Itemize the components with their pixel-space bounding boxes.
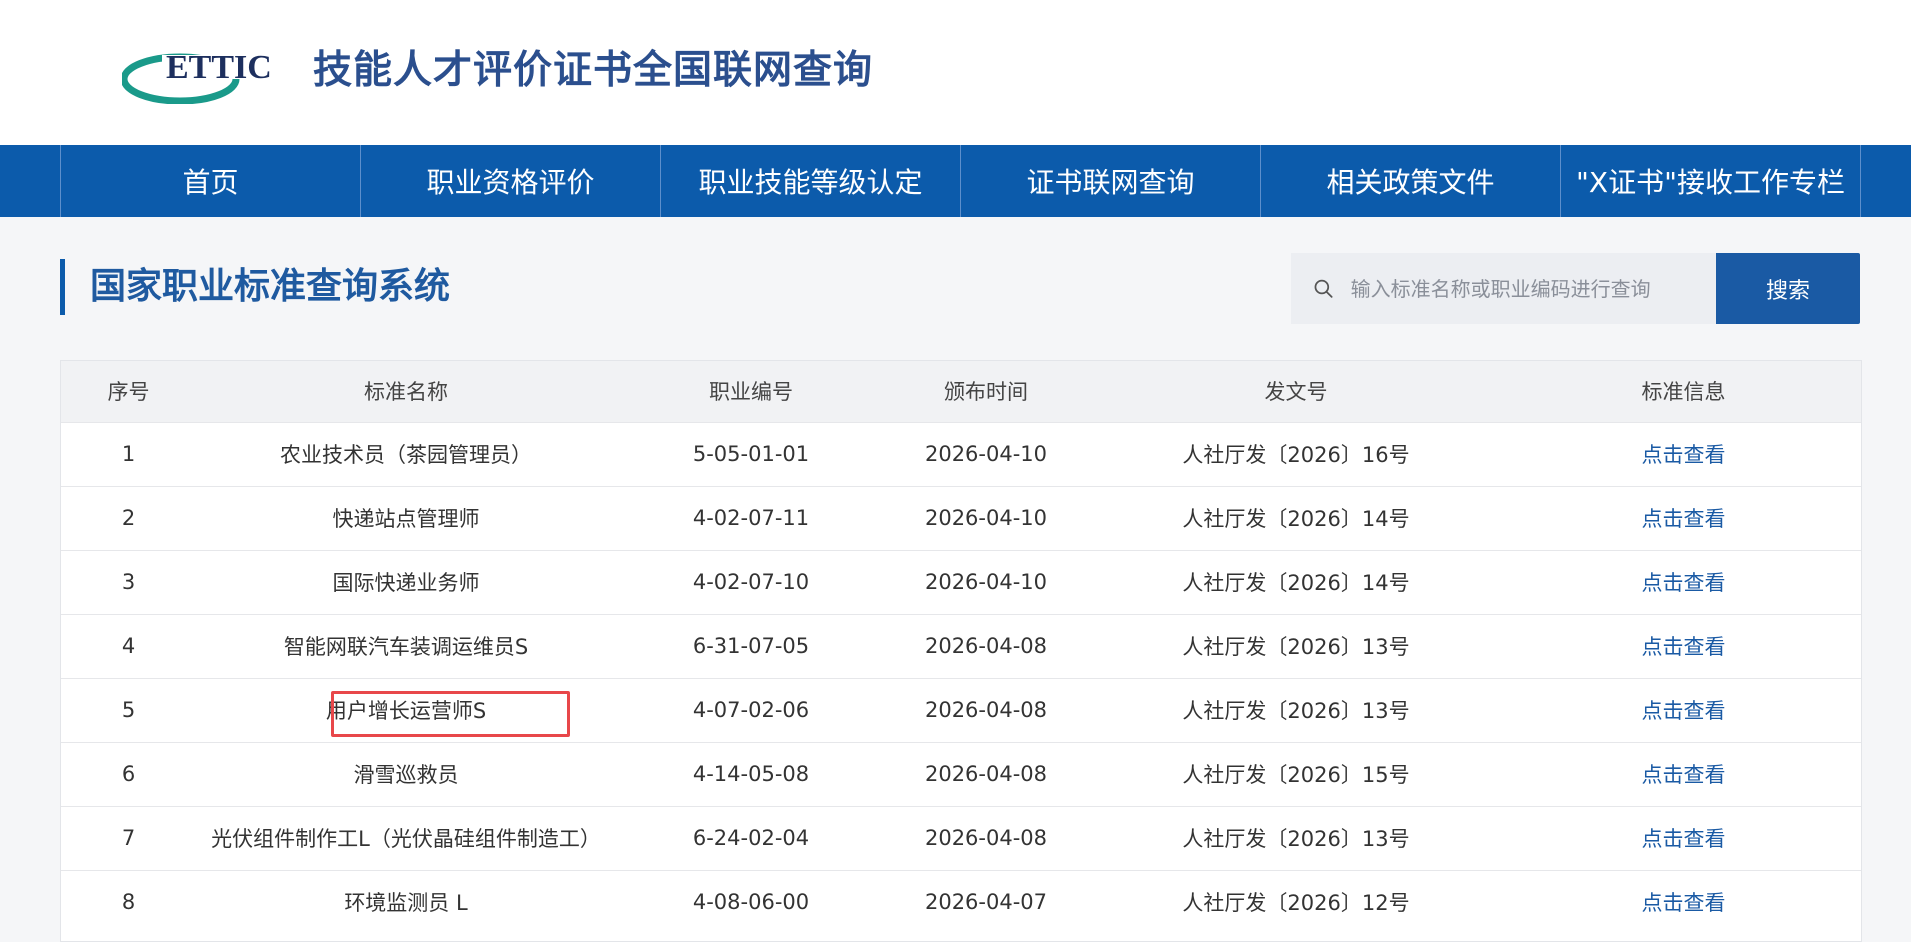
- search-icon: [1314, 279, 1333, 298]
- row-index: 3: [121, 570, 136, 594]
- column-header-info: 标准信息: [1641, 380, 1726, 405]
- nav-item-x-certificate-column[interactable]: "X证书"接收工作专栏: [1561, 145, 1861, 217]
- row-doc-number: 人社厅发〔2026〕13号: [1182, 699, 1410, 723]
- row-publish-date: 2026-04-08: [924, 698, 1048, 722]
- table-row: 7 光伏组件制作工L（光伏晶硅组件制造工） 6-24-02-04 2026-04…: [61, 806, 1861, 870]
- row-occupation-code: 6-31-07-05: [692, 634, 810, 658]
- nav-item-skill-level-certification[interactable]: 职业技能等级认定: [661, 145, 961, 217]
- row-view-link[interactable]: 点击查看: [1506, 614, 1861, 678]
- page-title: 国家职业标准查询系统: [90, 266, 451, 307]
- row-doc-number: 人社厅发〔2026〕16号: [1182, 443, 1410, 467]
- search-box: [1291, 253, 1716, 324]
- row-occupation-code: 4-08-06-00: [692, 890, 810, 915]
- row-index: 2: [121, 506, 136, 530]
- table-row: 4 智能网联汽车装调运维员S 6-31-07-05 2026-04-08 人社厅…: [61, 614, 1861, 678]
- row-doc-number: 人社厅发〔2026〕13号: [1182, 635, 1410, 659]
- nav-item-policy-documents[interactable]: 相关政策文件: [1261, 145, 1561, 217]
- row-publish-date: 2026-04-08: [924, 634, 1048, 658]
- row-view-link[interactable]: 点击查看: [1506, 486, 1861, 550]
- row-standard-name: 光伏组件制作工L（光伏晶硅组件制造工）: [211, 827, 601, 851]
- table-row: 5 用户增长运营师S 4-07-02-06 2026-04-08 人社厅发〔20…: [61, 678, 1861, 742]
- nav-item-certificate-query[interactable]: 证书联网查询: [961, 145, 1261, 217]
- row-doc-number: 人社厅发〔2026〕14号: [1182, 571, 1410, 595]
- column-header-code: 职业编号: [709, 380, 793, 405]
- row-publish-date: 2026-04-08: [924, 826, 1048, 850]
- search-input[interactable]: [1348, 257, 1716, 320]
- row-view-link[interactable]: 点击查看: [1506, 422, 1861, 486]
- row-view-link[interactable]: 点击查看: [1506, 550, 1861, 614]
- main-nav: 首页 职业资格评价 职业技能等级认定 证书联网查询 相关政策文件 "X证书"接收…: [0, 145, 1911, 217]
- row-doc-number: 人社厅发〔2026〕14号: [1182, 507, 1410, 531]
- row-doc-number: 人社厅发〔2026〕15号: [1182, 763, 1410, 787]
- row-occupation-code: 4-02-07-10: [692, 570, 810, 594]
- row-view-link[interactable]: 点击查看: [1506, 742, 1861, 806]
- nav-item-home[interactable]: 首页: [61, 145, 361, 217]
- main-content: 国家职业标准查询系统 搜索 序号 标准名称 职业编号 颁布时间 发文号 标准信息: [0, 217, 1911, 942]
- nav-item-qualification-evaluation[interactable]: 职业资格评价: [361, 145, 661, 217]
- row-index: 5: [121, 698, 136, 722]
- row-publish-date: 2026-04-10: [924, 570, 1048, 594]
- row-standard-name: 滑雪巡救员: [353, 763, 459, 787]
- table-row: 6 滑雪巡救员 4-14-05-08 2026-04-08 人社厅发〔2026〕…: [61, 742, 1861, 806]
- table-row: 1 农业技术员（茶园管理员） 5-05-01-01 2026-04-10 人社厅…: [61, 422, 1861, 486]
- row-standard-name: 智能网联汽车装调运维员S: [283, 635, 529, 659]
- row-index: 7: [121, 826, 136, 850]
- column-header-date: 颁布时间: [944, 380, 1028, 405]
- site-title: 技能人才评价证书全国联网查询: [313, 48, 874, 93]
- row-doc-number: 人社厅发〔2026〕12号: [1182, 891, 1410, 916]
- row-occupation-code: 4-14-05-08: [692, 762, 810, 786]
- row-index: 1: [121, 442, 136, 466]
- site-header: ETTIC 技能人才评价证书全国联网查询: [0, 0, 1911, 145]
- row-publish-date: 2026-04-07: [924, 890, 1048, 915]
- column-header-doc-number: 发文号: [1264, 380, 1328, 405]
- row-occupation-code: 4-02-07-11: [692, 506, 810, 530]
- standards-table: 序号 标准名称 职业编号 颁布时间 发文号 标准信息 1 农业技术员（茶园管理员…: [60, 360, 1862, 942]
- ettic-logo[interactable]: ETTIC: [122, 46, 294, 104]
- row-view-link[interactable]: 点击查看: [1506, 678, 1861, 742]
- table-row: 3 国际快递业务师 4-02-07-10 2026-04-10 人社厅发〔202…: [61, 550, 1861, 614]
- row-doc-number: 人社厅发〔2026〕13号: [1182, 827, 1410, 851]
- logo-text: ETTIC: [166, 49, 272, 86]
- row-standard-name: 国际快递业务师: [332, 571, 480, 595]
- row-publish-date: 2026-04-10: [924, 506, 1048, 530]
- row-standard-name: 用户增长运营师S: [325, 699, 487, 723]
- row-publish-date: 2026-04-10: [924, 442, 1048, 466]
- row-standard-name: 快递站点管理师: [332, 507, 480, 531]
- row-view-link[interactable]: 点击查看: [1506, 806, 1861, 870]
- column-header-index: 序号: [107, 380, 150, 405]
- table-row: 8 环境监测员 L 4-08-06-00 2026-04-07 人社厅发〔202…: [61, 870, 1861, 934]
- title-accent-bar: [60, 259, 65, 315]
- row-index: 8: [121, 890, 136, 915]
- row-view-link[interactable]: 点击查看: [1506, 870, 1861, 934]
- search-button[interactable]: 搜索: [1716, 253, 1860, 324]
- table-header-row: 序号 标准名称 职业编号 颁布时间 发文号 标准信息: [61, 361, 1861, 422]
- row-index: 6: [121, 762, 136, 786]
- row-publish-date: 2026-04-08: [924, 762, 1048, 786]
- row-occupation-code: 6-24-02-04: [692, 826, 810, 850]
- row-occupation-code: 4-07-02-06: [692, 698, 810, 722]
- row-occupation-code: 5-05-01-01: [692, 442, 810, 466]
- row-index: 4: [121, 634, 136, 658]
- row-standard-name: 农业技术员（茶园管理员）: [280, 443, 532, 467]
- row-standard-name: 环境监测员 L: [344, 891, 468, 916]
- table-row: 2 快递站点管理师 4-02-07-11 2026-04-10 人社厅发〔202…: [61, 486, 1861, 550]
- column-header-name: 标准名称: [364, 380, 448, 405]
